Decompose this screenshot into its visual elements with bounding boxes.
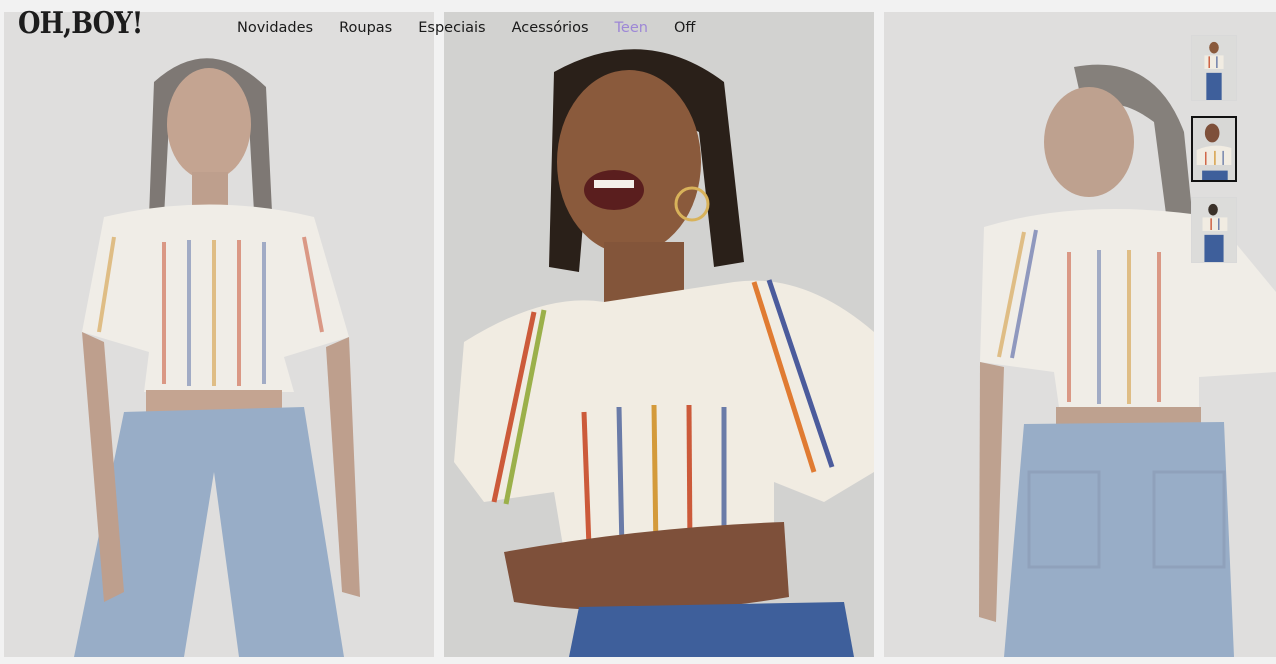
model-thumbnail-icon bbox=[1193, 118, 1235, 180]
nav-item-novidades[interactable]: Novidades bbox=[237, 18, 313, 38]
nav-item-off[interactable]: Off bbox=[674, 18, 695, 38]
brand-logo[interactable]: OH,BOY! bbox=[18, 6, 143, 41]
nav-item-teen[interactable]: Teen bbox=[615, 18, 648, 38]
model-thumbnail-icon bbox=[1192, 36, 1236, 100]
nav-item-roupas[interactable]: Roupas bbox=[339, 18, 392, 38]
model-thumbnail-icon bbox=[1192, 198, 1236, 262]
thumbnail-strip bbox=[1191, 35, 1237, 278]
product-photo-front[interactable] bbox=[4, 12, 434, 657]
main-nav: Novidades Roupas Especiais Acessórios Te… bbox=[237, 18, 695, 38]
nav-item-acessorios[interactable]: Acessórios bbox=[512, 18, 589, 38]
thumbnail-back[interactable] bbox=[1191, 197, 1237, 263]
product-photo-smiling[interactable] bbox=[444, 12, 874, 657]
model-photo-icon bbox=[444, 12, 874, 657]
product-gallery bbox=[0, 0, 1276, 664]
nav-item-especiais[interactable]: Especiais bbox=[418, 18, 485, 38]
thumbnail-front[interactable] bbox=[1191, 35, 1237, 101]
thumbnail-smiling[interactable] bbox=[1191, 116, 1237, 182]
